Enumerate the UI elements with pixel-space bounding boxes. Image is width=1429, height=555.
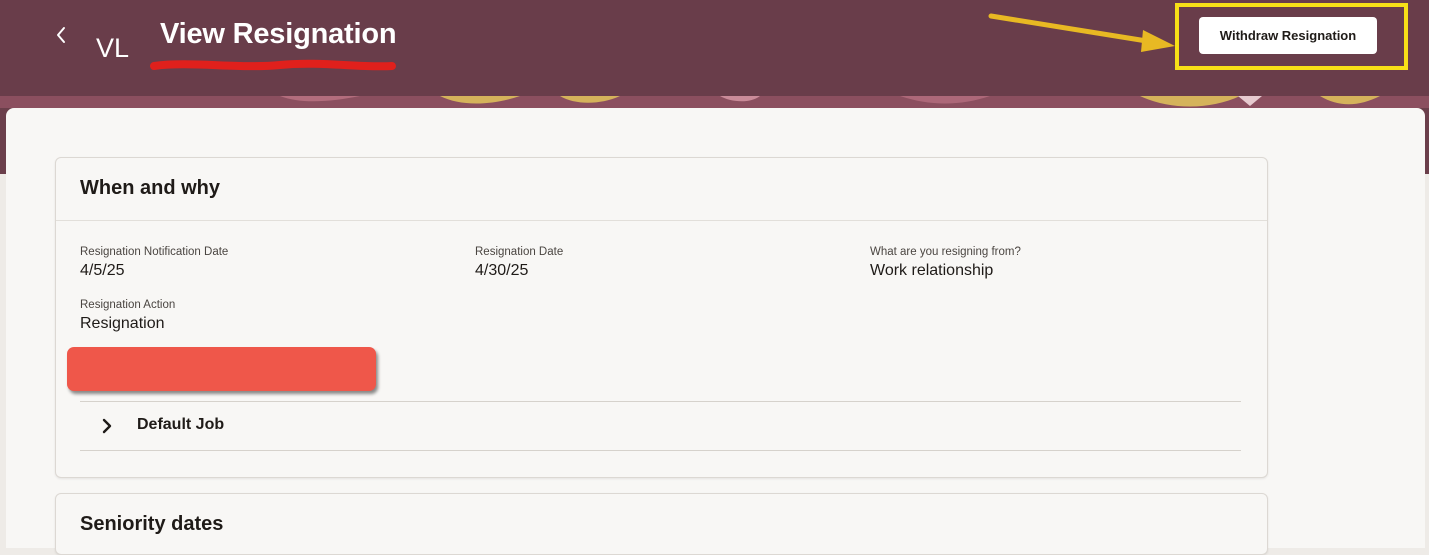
annotation-arrow-icon	[988, 13, 1175, 52]
expand-default-job-button[interactable]	[100, 413, 118, 437]
seniority-dates-card: Seniority dates	[55, 493, 1268, 555]
divider	[80, 450, 1241, 451]
chevron-right-icon	[102, 418, 112, 434]
resignation-date-label: Resignation Date	[475, 246, 564, 258]
card-title: When and why	[80, 177, 220, 199]
page-title: View Resignation	[160, 18, 397, 50]
resignation-action-value: Resignation	[80, 315, 165, 332]
notification-date-value: 4/5/25	[80, 262, 125, 279]
divider	[56, 220, 1267, 221]
card-title: Seniority dates	[80, 513, 224, 535]
redaction-block	[67, 347, 376, 391]
chevron-left-icon	[57, 27, 65, 43]
redaction-scribble	[150, 59, 396, 71]
when-and-why-card: When and why	[55, 157, 1268, 478]
default-job-toggle[interactable]: Default Job	[137, 416, 224, 434]
resigning-from-label: What are you resigning from?	[870, 246, 1021, 258]
resigning-from-value: Work relationship	[870, 262, 994, 279]
notification-date-label: Resignation Notification Date	[80, 246, 229, 258]
resignation-action-label: Resignation Action	[80, 299, 176, 311]
avatar: VL	[96, 33, 130, 63]
divider	[80, 401, 1241, 402]
resignation-date-value: 4/30/25	[475, 262, 529, 279]
back-button[interactable]	[48, 20, 74, 50]
withdraw-resignation-button[interactable]: Withdraw Resignation	[1199, 17, 1377, 54]
